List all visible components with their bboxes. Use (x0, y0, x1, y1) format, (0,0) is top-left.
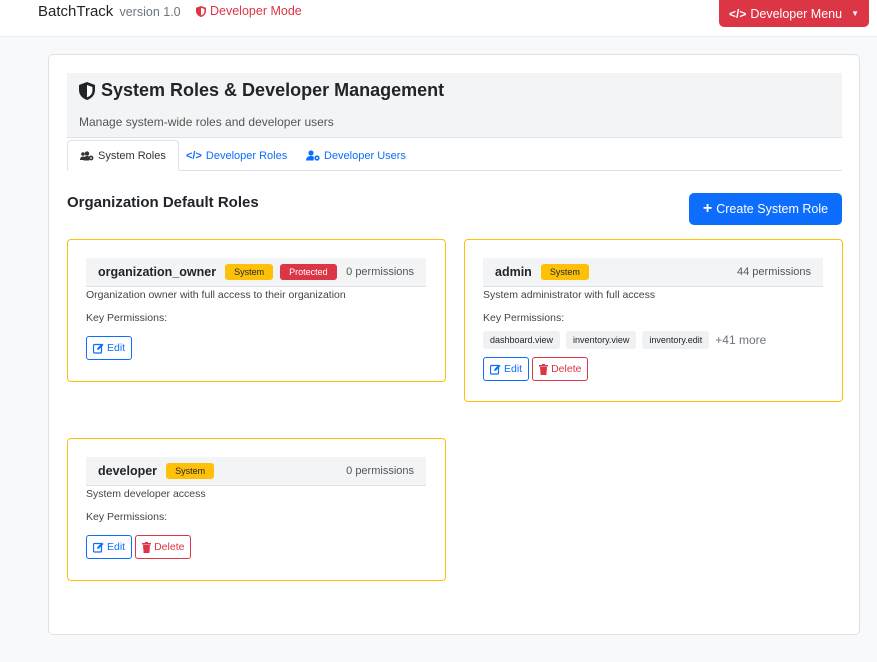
edit-label: Edit (107, 342, 126, 354)
create-system-role-button[interactable]: + Create System Role (689, 193, 842, 225)
edit-label: Edit (107, 541, 126, 553)
role-card-header: developer System 0 permissions (86, 457, 426, 486)
brand-name[interactable]: BatchTrack (38, 3, 113, 20)
edit-label: Edit (504, 363, 523, 375)
tab-developer-roles[interactable]: </> Developer Roles (174, 140, 299, 171)
permission-count: 0 permissions (346, 266, 414, 278)
tab-label: Developer Users (324, 149, 406, 162)
developer-mode-indicator: Developer Mode (196, 4, 302, 18)
developer-mode-label: Developer Mode (210, 4, 302, 18)
users-cog-icon (80, 150, 94, 161)
role-actions: Edit Delete (86, 535, 192, 559)
protected-badge: Protected (280, 264, 337, 280)
system-badge: System (540, 264, 589, 280)
shield-icon (196, 5, 206, 17)
top-navbar: BatchTrack version 1.0 Developer Mode </… (0, 0, 877, 37)
card-header: System Roles & Developer Management Mana… (67, 73, 842, 138)
page-subtitle: Manage system-wide roles and developer u… (79, 115, 334, 129)
role-card-organization-owner: organization_owner System Protected 0 pe… (67, 239, 446, 382)
page-title: System Roles & Developer Management (79, 80, 444, 101)
permission-tags: dashboard.view inventory.view inventory.… (483, 331, 766, 349)
role-card-header: admin System 44 permissions (483, 258, 823, 287)
role-card-header: organization_owner System Protected 0 pe… (86, 258, 426, 287)
role-actions: Edit Delete (483, 357, 589, 381)
edit-icon (490, 364, 501, 375)
tab-label: System Roles (98, 149, 166, 162)
role-description: System developer access (86, 488, 206, 500)
role-actions: Edit (86, 336, 133, 360)
edit-button[interactable]: Edit (483, 357, 530, 381)
roles-management-card: System Roles & Developer Management Mana… (48, 54, 860, 635)
system-badge: System (225, 264, 274, 280)
permission-tag: inventory.edit (642, 331, 710, 349)
key-permissions-label: Key Permissions: (86, 511, 168, 523)
create-button-label: Create System Role (716, 202, 829, 216)
permission-count: 44 permissions (737, 266, 811, 278)
section-title: Organization Default Roles (67, 194, 259, 211)
tab-bar: System Roles </> Developer Roles Develop… (67, 140, 842, 171)
role-card-admin: admin System 44 permissions System admin… (464, 239, 843, 402)
delete-button[interactable]: Delete (135, 535, 192, 559)
version-label: version 1.0 (119, 5, 181, 19)
edit-icon (93, 343, 104, 354)
delete-label: Delete (551, 363, 582, 375)
role-name: developer (98, 464, 158, 478)
shield-icon (79, 81, 95, 100)
delete-label: Delete (154, 541, 185, 553)
page-title-text: System Roles & Developer Management (101, 80, 445, 100)
tab-label: Developer Roles (205, 149, 288, 162)
code-icon: </> (186, 149, 202, 162)
brand[interactable]: BatchTrack version 1.0 (38, 3, 181, 20)
delete-button[interactable]: Delete (532, 357, 589, 381)
role-name: admin (495, 265, 532, 279)
trash-icon (142, 541, 152, 553)
permission-tag: inventory.view (566, 331, 637, 349)
edit-icon (93, 542, 104, 553)
plus-icon: + (702, 200, 713, 217)
developer-menu-label: Developer Menu (750, 6, 843, 21)
caret-down-icon: ▼ (851, 9, 859, 18)
role-description: System administrator with full access (483, 289, 656, 301)
user-cog-icon (306, 150, 320, 161)
role-name: organization_owner (98, 265, 217, 279)
developer-menu-button[interactable]: </> Developer Menu ▼ (719, 0, 869, 27)
key-permissions-label: Key Permissions: (483, 312, 565, 324)
key-permissions-label: Key Permissions: (86, 312, 168, 324)
tab-system-roles[interactable]: System Roles (67, 140, 179, 171)
tab-developer-users[interactable]: Developer Users (294, 140, 418, 171)
code-icon: </> (729, 6, 747, 21)
edit-button[interactable]: Edit (86, 535, 133, 559)
role-description: Organization owner with full access to t… (86, 289, 346, 301)
edit-button[interactable]: Edit (86, 336, 133, 360)
more-permissions-count: +41 more (715, 333, 767, 347)
system-badge: System (166, 463, 215, 479)
trash-icon (539, 363, 549, 375)
role-card-developer: developer System 0 permissions System de… (67, 438, 446, 581)
permission-count: 0 permissions (346, 465, 414, 477)
permission-tag: dashboard.view (483, 331, 561, 349)
